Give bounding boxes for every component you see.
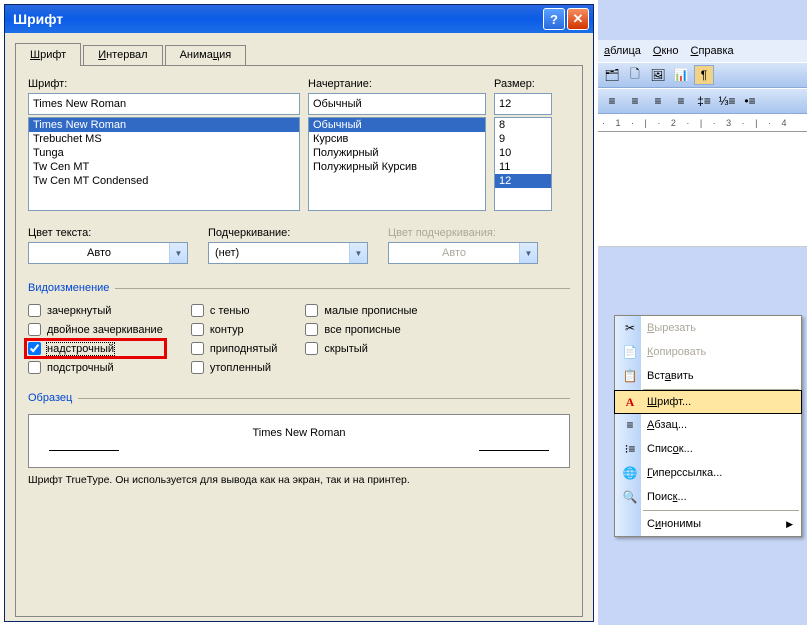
check-strikethrough[interactable]: зачеркнутый (28, 304, 163, 317)
style-label: Начертание: (308, 78, 486, 90)
list-item[interactable]: Tw Cen MT (29, 160, 299, 174)
chevron-down-icon: ▼ (349, 243, 367, 263)
titlebar[interactable]: Шрифт ? ✕ (5, 5, 593, 33)
ctx-search[interactable]: 🔍Поиск... (615, 485, 801, 509)
paste-icon: 📋 (619, 369, 641, 383)
ctx-list[interactable]: ⁝≡Список... (615, 437, 801, 461)
context-menu: ✂Вырезать 📄Копировать 📋Вставить AШрифт..… (614, 315, 802, 537)
ctx-paragraph[interactable]: ≡Абзац... (615, 413, 801, 437)
effects-legend: Видоизменение (28, 282, 109, 294)
check-engrave[interactable]: утопленный (191, 361, 278, 374)
align-left-button[interactable]: ≡ (602, 91, 622, 111)
numbered-list-button[interactable]: ⅓≡ (717, 91, 737, 111)
ctx-font[interactable]: AШрифт... (614, 390, 802, 414)
color-label: Цвет текста: (28, 227, 188, 239)
style-input[interactable] (308, 93, 486, 115)
check-smallcaps[interactable]: малые прописные (305, 304, 417, 317)
underline-label: Подчеркивание: (208, 227, 368, 239)
document-area[interactable] (598, 132, 807, 247)
search-icon: 🔍 (619, 490, 641, 504)
line-spacing-button[interactable]: ‡≡ (694, 91, 714, 111)
list-item[interactable]: 8 (495, 118, 551, 132)
check-allcaps[interactable]: все прописные (305, 323, 417, 336)
list-item[interactable]: Times New Roman (29, 118, 299, 132)
ruler[interactable]: · 1 · | · 2 · | · 3 · | · 4 (598, 114, 807, 132)
toolbar-button[interactable]: 🗋 (625, 65, 645, 85)
ctx-hyperlink[interactable]: 🌐Гиперссылка... (615, 461, 801, 485)
check-outline[interactable]: контур (191, 323, 278, 336)
copy-icon: 📄 (619, 345, 641, 359)
ctx-paste[interactable]: 📋Вставить (615, 364, 801, 388)
ctx-cut[interactable]: ✂Вырезать (615, 316, 801, 340)
list-item[interactable]: 10 (495, 146, 551, 160)
chevron-down-icon: ▼ (169, 243, 187, 263)
toolbar-button[interactable]: 🖼 (648, 65, 668, 85)
chevron-down-icon: ▼ (519, 243, 537, 263)
check-double-strike[interactable]: двойное зачеркивание (28, 323, 163, 336)
align-center-button[interactable]: ≡ (625, 91, 645, 111)
list-item[interactable]: 9 (495, 132, 551, 146)
toolbar-2: ≡ ≡ ≡ ≡ ‡≡ ⅓≡ •≡ (598, 88, 807, 114)
size-label: Размер: (494, 78, 552, 90)
dialog-title: Шрифт (13, 11, 541, 27)
check-shadow[interactable]: с тенью (191, 304, 278, 317)
font-icon: A (619, 395, 641, 410)
bullet-list-button[interactable]: •≡ (740, 91, 760, 111)
tab-animation[interactable]: Анимация (165, 45, 247, 66)
underline-dropdown[interactable]: (нет) ▼ (208, 242, 368, 264)
list-item[interactable]: 12 (495, 174, 551, 188)
ctx-synonyms[interactable]: Синонимы▶ (615, 512, 801, 536)
chevron-right-icon: ▶ (786, 519, 793, 530)
list-item[interactable]: Tw Cen MT Condensed (29, 174, 299, 188)
underline-color-label: Цвет подчеркивания: (388, 227, 538, 239)
toolbar-button[interactable]: 🗂 (602, 65, 622, 85)
sample-legend: Образец (28, 392, 72, 404)
list-item[interactable]: Tunga (29, 146, 299, 160)
font-dialog: Шрифт ? ✕ Шрифт Интервал Анимация Шрифт:… (4, 4, 594, 622)
font-info: Шрифт TrueType. Он используется для выво… (28, 474, 570, 486)
list-icon: ⁝≡ (619, 442, 641, 456)
check-superscript[interactable]: надстрочный (28, 342, 163, 355)
check-hidden[interactable]: скрытый (305, 342, 417, 355)
check-emboss[interactable]: приподнятый (191, 342, 278, 355)
menubar[interactable]: аблица Окно Справка (598, 40, 807, 62)
size-input[interactable] (494, 93, 552, 115)
tab-strip: Шрифт Интервал Анимация (15, 43, 583, 66)
font-label: Шрифт: (28, 78, 300, 90)
list-item[interactable]: Trebuchet MS (29, 132, 299, 146)
list-item[interactable]: Обычный (309, 118, 485, 132)
menu-table[interactable]: аблица (604, 45, 641, 57)
list-item[interactable]: Курсив (309, 132, 485, 146)
check-subscript[interactable]: подстрочный (28, 361, 163, 374)
menu-help[interactable]: Справка (691, 45, 734, 57)
toolbar-1: 🗂 🗋 🖼 📊 ¶ (598, 62, 807, 88)
close-button[interactable]: ✕ (567, 8, 589, 30)
pilcrow-button[interactable]: ¶ (694, 65, 714, 85)
hyperlink-icon: 🌐 (619, 466, 641, 480)
align-right-button[interactable]: ≡ (648, 91, 668, 111)
sample-text: Times New Roman (252, 427, 345, 439)
toolbar-button[interactable]: 📊 (671, 65, 691, 85)
ctx-copy[interactable]: 📄Копировать (615, 340, 801, 364)
text-color-dropdown[interactable]: Авто ▼ (28, 242, 188, 264)
paragraph-icon: ≡ (619, 418, 641, 432)
list-item[interactable]: Полужирный Курсив (309, 160, 485, 174)
help-button[interactable]: ? (543, 8, 565, 30)
tab-font[interactable]: Шрифт (15, 43, 81, 66)
menu-window[interactable]: Окно (653, 45, 679, 57)
size-listbox[interactable]: 8 9 10 11 12 (494, 117, 552, 211)
scissors-icon: ✂ (619, 321, 641, 335)
tab-interval[interactable]: Интервал (83, 45, 162, 66)
list-item[interactable]: 11 (495, 160, 551, 174)
style-listbox[interactable]: Обычный Курсив Полужирный Полужирный Кур… (308, 117, 486, 211)
font-listbox[interactable]: Times New Roman Trebuchet MS Tunga Tw Ce… (28, 117, 300, 211)
list-item[interactable]: Полужирный (309, 146, 485, 160)
font-input[interactable] (28, 93, 300, 115)
align-justify-button[interactable]: ≡ (671, 91, 691, 111)
underline-color-dropdown: Авто ▼ (388, 242, 538, 264)
sample-preview: Times New Roman (28, 414, 570, 468)
